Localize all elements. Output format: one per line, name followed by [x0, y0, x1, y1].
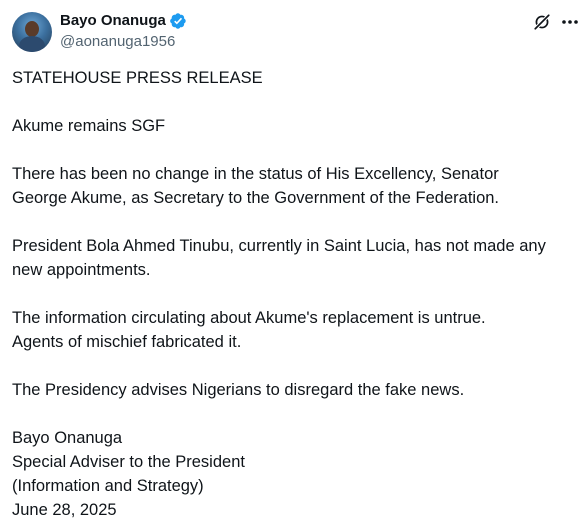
author-display-name[interactable]: Bayo Onanuga — [60, 11, 166, 31]
grok-icon[interactable] — [533, 13, 551, 31]
avatar[interactable] — [12, 12, 52, 52]
tweet-line: There has been no change in the status o… — [12, 165, 499, 183]
tweet-line: Agents of mischief fabricated it. — [12, 333, 242, 351]
tweet-card: Bayo Onanuga @aonanuga1956 STATEHOUSE PR… — [0, 0, 586, 529]
tweet-line: Akume remains SGF — [12, 117, 166, 135]
author-handle[interactable]: @aonanuga1956 — [60, 32, 175, 52]
avatar-body — [19, 36, 45, 52]
tweet-line: (Information and Strategy) — [12, 477, 204, 495]
avatar-face — [25, 21, 39, 37]
author-name-row: Bayo Onanuga — [60, 11, 187, 31]
tweet-text: STATEHOUSE PRESS RELEASE Akume remains S… — [12, 66, 578, 522]
tweet-line: STATEHOUSE PRESS RELEASE — [12, 69, 263, 87]
tweet-line: President Bola Ahmed Tinubu, currently i… — [12, 237, 546, 255]
verified-badge-icon — [170, 13, 186, 29]
tweet-line: The information circulating about Akume'… — [12, 309, 486, 327]
tweet-line: The Presidency advises Nigerians to disr… — [12, 381, 465, 399]
tweet-line: Bayo Onanuga — [12, 429, 123, 447]
tweet-line: new appointments. — [12, 261, 151, 279]
tweet-line: June 28, 2025 — [12, 501, 117, 519]
more-options-icon[interactable] — [560, 12, 580, 32]
tweet-line: George Akume, as Secretary to the Govern… — [12, 189, 500, 207]
tweet-line: Special Adviser to the President — [12, 453, 245, 471]
